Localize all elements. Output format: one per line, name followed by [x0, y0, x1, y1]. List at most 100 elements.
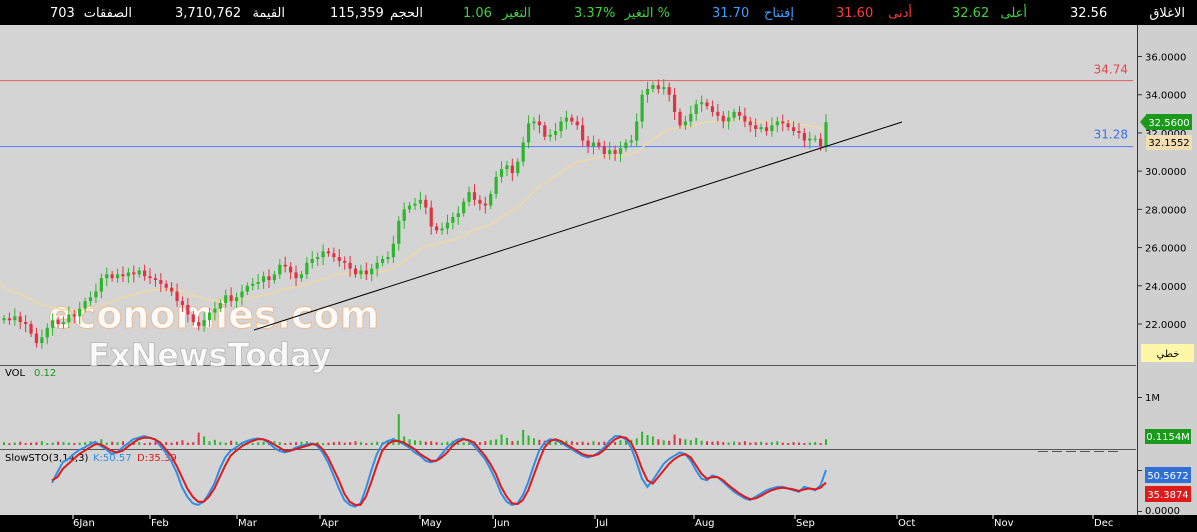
candle [418, 191, 423, 210]
candle [635, 113, 639, 147]
candle-body [494, 176, 498, 195]
candle-body [234, 297, 239, 302]
volume-bar [149, 442, 152, 445]
candle-body [332, 253, 336, 258]
candle-body [40, 337, 44, 344]
candle-body [624, 142, 628, 149]
linear-scale-badge[interactable]: خطي [1141, 344, 1194, 362]
volume-bar [24, 443, 27, 445]
volume-bar [500, 434, 503, 445]
volume-bar [765, 442, 768, 445]
volume-bar [576, 442, 579, 445]
candle-body [143, 270, 147, 277]
candle [710, 100, 715, 117]
watermark-line2: FxNewsToday [88, 336, 332, 374]
candle-body [348, 262, 352, 269]
candle-body [180, 301, 185, 305]
candle [618, 141, 623, 162]
volume-bar [619, 440, 622, 445]
volume-bar [327, 442, 330, 445]
candle [651, 81, 655, 93]
candle-body [791, 127, 796, 132]
candle-body [34, 333, 39, 344]
volume-bar [176, 441, 179, 445]
candle [272, 270, 276, 284]
price-tick-label-0: 36.0000 [1145, 53, 1186, 64]
candle-body [559, 121, 563, 132]
candle-body [88, 297, 93, 302]
volume-bar [8, 443, 11, 445]
volume-bar [300, 441, 303, 445]
candle-body [818, 138, 823, 147]
month-label-5: Jun [493, 518, 510, 529]
candle-body [570, 117, 574, 122]
candle-body [700, 102, 704, 105]
candle [640, 90, 644, 129]
candle [581, 117, 585, 147]
candle-body [121, 274, 125, 277]
volume-bar [235, 441, 238, 445]
candle [126, 267, 130, 284]
candle-body [532, 121, 536, 124]
candle-body [256, 281, 260, 284]
candle [624, 139, 628, 152]
header-close-value: 32.56 [1070, 6, 1107, 21]
candle [478, 195, 482, 211]
candle [521, 136, 525, 167]
candle [505, 160, 509, 177]
candle [467, 186, 471, 207]
candle [332, 247, 336, 262]
volume-bar [192, 442, 195, 445]
candle-body [170, 287, 174, 292]
candle-body [764, 127, 769, 132]
volume-bar [295, 442, 298, 445]
candle [554, 122, 558, 141]
candle-body [689, 113, 693, 122]
candle [716, 103, 720, 122]
candle-body [651, 85, 655, 89]
candle [575, 115, 579, 130]
candle-body [645, 88, 650, 95]
candle [386, 251, 390, 264]
volume-bar [662, 440, 665, 445]
sto-k-line [51, 435, 827, 508]
candle [364, 262, 368, 281]
volume-bar [657, 439, 660, 445]
header-trades-label: الصفقات [84, 6, 132, 21]
volume-bar [203, 436, 206, 445]
candle-body [537, 121, 541, 126]
candle [678, 108, 682, 129]
candle-body [456, 213, 460, 217]
volume-bar [511, 441, 514, 445]
candle-body [445, 222, 450, 229]
candle-body [424, 199, 428, 208]
header-value-label: القيمة [252, 6, 285, 21]
candle-body [407, 205, 412, 210]
candle [732, 108, 736, 122]
volume-bar [727, 442, 730, 445]
candle-body [672, 94, 677, 112]
ma-badge: 32.1552 [1146, 135, 1192, 150]
volume-bar [105, 442, 108, 445]
candle-body [13, 316, 17, 321]
volume-bar [35, 442, 38, 445]
candle-body [2, 318, 6, 321]
candle-body [543, 125, 547, 137]
candle-body [105, 274, 109, 279]
candle [537, 114, 541, 134]
header-pct-value: 3.37% [574, 6, 615, 21]
candle-body [813, 138, 817, 140]
volume-bar [322, 443, 325, 445]
candle-body [110, 274, 114, 279]
candle-body [640, 94, 644, 122]
volume-bar [414, 440, 416, 445]
volume-bar [446, 441, 449, 445]
volume-bar [186, 442, 189, 445]
candle-body [353, 268, 358, 275]
candle [24, 315, 28, 333]
candle [499, 161, 504, 183]
candle-body [299, 274, 304, 279]
sto-d-badge: 35.3874 [1145, 486, 1191, 502]
candle-body [207, 312, 212, 321]
candle-body [575, 121, 579, 126]
